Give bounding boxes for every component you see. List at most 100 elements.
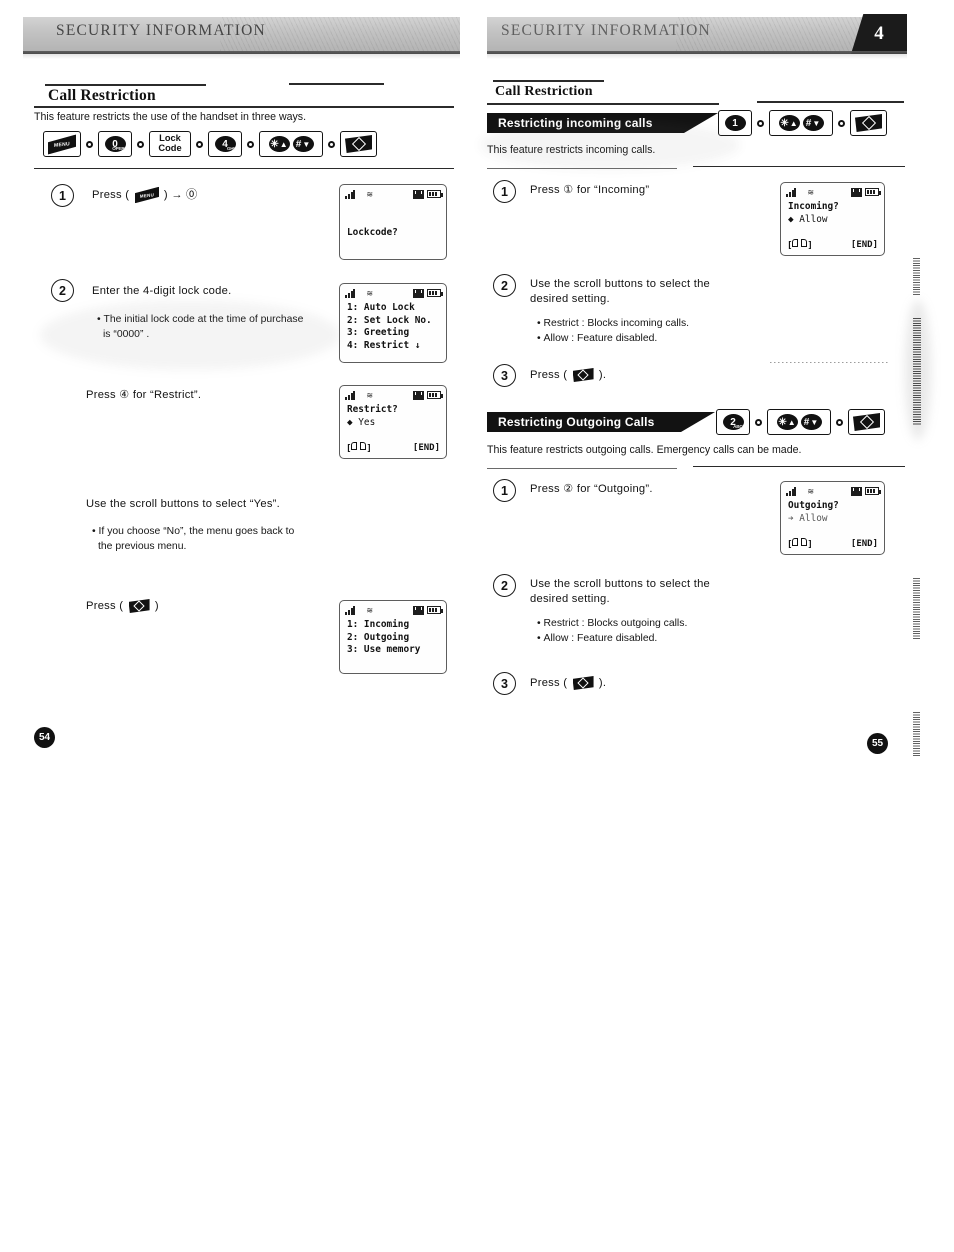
scan-smudge (40, 300, 340, 370)
hash-down-key-icon: # ▼ (292, 136, 314, 152)
section-rule-bottom-left (34, 106, 454, 108)
lcd-restrict-menu-text: 1: Incoming 2: Outgoing 3: Use memory (347, 619, 441, 670)
page-right: SECURITY INFORMATION 4 Call Restriction … (477, 0, 954, 1252)
step-1-text-incoming: Press ① for “Incoming” (530, 184, 650, 196)
envelope-icon (851, 187, 862, 197)
step-2-text-left: Enter the 4-digit lock code. (92, 285, 232, 297)
header-shadow-left (23, 51, 460, 59)
step-4-bullets-left: • If you choose “No”, the menu goes back… (92, 525, 337, 554)
envelope-icon (413, 605, 424, 615)
intro-text-outgoing: This feature restricts outgoing calls. E… (487, 444, 802, 456)
lcd-status-right (413, 189, 443, 199)
lcd-line: 3: Greeting (347, 327, 410, 339)
lcd-line: 2: Set Lock No. (347, 314, 432, 326)
step-number-3-incoming: 3 (493, 364, 516, 387)
lcd-line: Outgoing? (788, 500, 839, 511)
step-number-2-outgoing: 2 (493, 574, 516, 597)
step-2-bullets-outgoing: • Restrict : Blocks outgoing calls. • Al… (537, 617, 687, 646)
key-separator-dot (757, 119, 764, 127)
step-3-text-left: Press ④ for “Restrict”. (86, 389, 202, 401)
divider-outgoing-a (487, 468, 677, 470)
lcd-lockcode-screen: ≋ Lockcode? (339, 184, 447, 260)
lcd-status-bar: ≋ (786, 485, 881, 497)
signal-bars-icon (345, 189, 356, 199)
key-separator-dot (836, 418, 843, 426)
star-up-key-icon: ✳ ▲ (776, 414, 798, 430)
hash-down-key-icon: # ▼ (802, 115, 824, 131)
section-rule-top-b (289, 83, 384, 85)
lcd-restrict-confirm-screen: ≋ Restrict? ◆ Yes [] [END] (339, 385, 447, 459)
step-3-text-before: Press ( (530, 369, 568, 381)
envelope-icon (413, 390, 424, 400)
key-0-oper: 0 OPER (98, 131, 132, 157)
header-title-right: SECURITY INFORMATION (501, 22, 711, 39)
page-left: SECURITY INFORMATION Call Restriction Th… (0, 0, 477, 1252)
section-title-right: Call Restriction (495, 84, 593, 99)
step-5-text-before: Press ( (86, 600, 124, 612)
lcd-outgoing-setting-screen: ≋ Outgoing? ➔ Allow [] [END] (780, 481, 885, 555)
lcd-status-right (851, 187, 881, 197)
key-lock-code: Lock Code (149, 131, 191, 157)
lcd-status-bar: ≋ (345, 188, 443, 200)
softkey-left: [] (787, 238, 813, 251)
envelope-icon (851, 486, 862, 496)
key-ok (848, 409, 885, 435)
ok-key-inline-icon (128, 599, 150, 614)
lcd-line: Lockcode? (347, 227, 398, 238)
step-2-text-incoming: Use the scroll buttons to select the des… (530, 278, 711, 305)
key-sequence-outgoing: 2 ABC ✳ ▲ # ▼ (716, 409, 885, 435)
step-3-text-outgoing: Press ( ). (530, 676, 606, 691)
digit-4-key-icon: 4 GHI (214, 136, 236, 152)
softkey-right-end: [END] (412, 442, 440, 453)
step-number-2-left: 2 (51, 279, 74, 302)
step-3-text-before: Press ( (530, 677, 568, 689)
key-ok (340, 131, 377, 157)
lcd-line: ◆ Allow (788, 213, 828, 225)
banner-restricting-outgoing: Restricting Outgoing Calls (487, 412, 681, 432)
lcd-security-menu-text: 1: Auto Lock 2: Set Lock No. 3: Greeting… (347, 302, 441, 359)
lcd-status-bar: ≋ (345, 287, 443, 299)
signal-bars-icon (786, 187, 797, 197)
lcd-line: 1: Auto Lock (347, 302, 415, 313)
signal-bars-icon (345, 605, 356, 615)
book-icon (792, 537, 808, 547)
bullet-line: Allow : Feature disabled. (543, 332, 658, 344)
lcd-status-bar: ≋ (345, 389, 443, 401)
bullet-line: Restrict : Blocks incoming calls. (543, 318, 690, 329)
step-3-text-incoming: Press ( ). (530, 368, 606, 383)
envelope-icon (413, 189, 424, 199)
step-2-bullets-incoming: • Restrict : Blocks incoming calls. • Al… (537, 317, 689, 346)
key-4-ghi: 4 GHI (208, 131, 242, 157)
book-icon (351, 441, 367, 451)
key-separator-dot (838, 119, 845, 127)
key-separator-dot (137, 140, 144, 148)
book-icon (792, 238, 808, 248)
lcd-softkey-row: [] [END] (787, 537, 878, 550)
menu-key-inline-icon: MENU (135, 188, 159, 202)
step-2-text-outgoing: Use the scroll buttons to select the des… (530, 578, 711, 605)
lcd-status-right (413, 288, 443, 298)
lcd-line: 4: Restrict ↓ (347, 339, 421, 351)
lcd-line: Incoming? (788, 201, 839, 212)
key-scroll-pair: ✳ ▲ # ▼ (259, 131, 323, 157)
roam-icon: ≋ (366, 288, 374, 298)
softkey-left: [] (787, 537, 813, 550)
key-separator-dot (86, 140, 93, 148)
bullet-line: If you choose “No”, the menu goes back t… (98, 526, 295, 537)
scan-artifact (913, 578, 920, 640)
lcd-line: 3: Use memory (347, 644, 421, 656)
scan-dotted-line (770, 362, 890, 363)
ok-key-icon (853, 413, 880, 431)
star-up-key-icon: ✳ ▲ (778, 115, 800, 131)
lcd-softkey-row: [] [END] (346, 441, 440, 454)
key-scroll-pair: ✳ ▲ # ▼ (767, 409, 831, 435)
roam-icon: ≋ (807, 486, 815, 496)
roam-icon: ≋ (366, 390, 374, 400)
bullet-line: Allow : Feature disabled. (543, 632, 658, 644)
lcd-status-bar: ≋ (786, 186, 881, 198)
running-header-left: SECURITY INFORMATION (23, 17, 460, 54)
battery-icon (865, 487, 881, 495)
battery-icon (865, 188, 881, 196)
key-separator-dot (328, 140, 335, 148)
divider-below-keyrow-left (34, 168, 454, 170)
